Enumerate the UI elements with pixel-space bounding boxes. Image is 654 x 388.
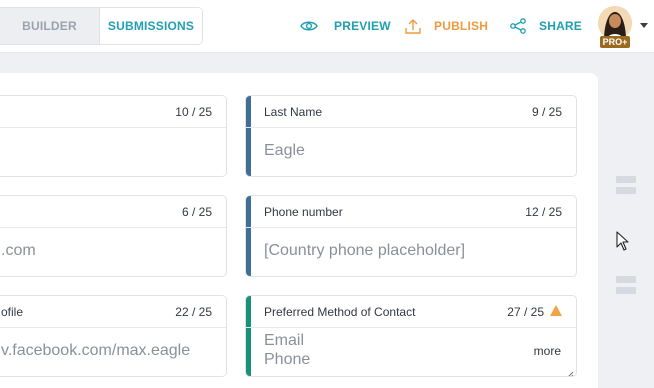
form-canvas: 10 / 25 Last Name 9 / 25 Eagle 6 / 25 .c…: [0, 73, 598, 388]
option-phone: Phone: [264, 351, 311, 368]
publish-label: PUBLISH: [434, 19, 489, 33]
avatar[interactable]: [598, 6, 632, 40]
email-field[interactable]: 6 / 25 .com: [0, 195, 227, 277]
field-label: Last Name: [264, 105, 323, 119]
char-count: 9 / 25: [531, 105, 562, 119]
field-label: Phone number: [264, 205, 343, 219]
profile-field[interactable]: ofile 22 / 25 v.facebook.com/max.eagle: [0, 295, 227, 377]
option-email: Email: [264, 332, 305, 349]
eye-icon: [300, 20, 318, 32]
share-icon: [509, 17, 527, 35]
preview-label: PREVIEW: [334, 19, 391, 33]
char-count: 6 / 25: [181, 205, 212, 219]
field-value: Eagle: [264, 142, 305, 159]
tab-builder[interactable]: BUILDER: [0, 8, 100, 44]
publish-button[interactable]: PUBLISH: [404, 16, 488, 36]
field-value: v.facebook.com/max.eagle: [1, 342, 191, 359]
drag-handle-icon[interactable]: [616, 276, 636, 294]
preview-button[interactable]: PREVIEW: [300, 16, 391, 36]
drag-handle-icon[interactable]: [616, 176, 636, 194]
field-value: [Country phone placeholder]: [264, 242, 466, 259]
char-count: 10 / 25: [175, 105, 212, 119]
share-button[interactable]: SHARE: [509, 16, 582, 36]
char-count: 22 / 25: [175, 305, 212, 319]
resize-handle-icon[interactable]: [566, 366, 574, 376]
contact-method-field[interactable]: Preferred Method of Contact 27 / 25 Emai…: [245, 295, 577, 377]
field-label: Preferred Method of Contact: [264, 305, 416, 319]
char-count: 12 / 25: [525, 205, 562, 219]
char-count: 27 / 25: [507, 305, 544, 319]
first-name-field[interactable]: 10 / 25: [0, 95, 227, 177]
pro-badge: PRO+: [600, 36, 630, 48]
field-label: ofile: [1, 305, 24, 319]
upload-icon: [404, 17, 422, 35]
top-bar: BUILDER SUBMISSIONS PREVIEW PUBLISH SHAR…: [0, 0, 654, 53]
tab-submissions[interactable]: SUBMISSIONS: [100, 8, 202, 44]
field-value: .com: [1, 242, 36, 259]
warning-icon: [550, 305, 562, 316]
share-label: SHARE: [539, 19, 583, 33]
phone-field[interactable]: Phone number 12 / 25 [Country phone plac…: [245, 195, 577, 277]
cursor-icon: [616, 231, 630, 256]
chevron-down-icon[interactable]: [640, 23, 648, 28]
view-tabs: BUILDER SUBMISSIONS: [0, 7, 203, 45]
more-link[interactable]: more: [534, 344, 561, 358]
last-name-field[interactable]: Last Name 9 / 25 Eagle: [245, 95, 577, 177]
